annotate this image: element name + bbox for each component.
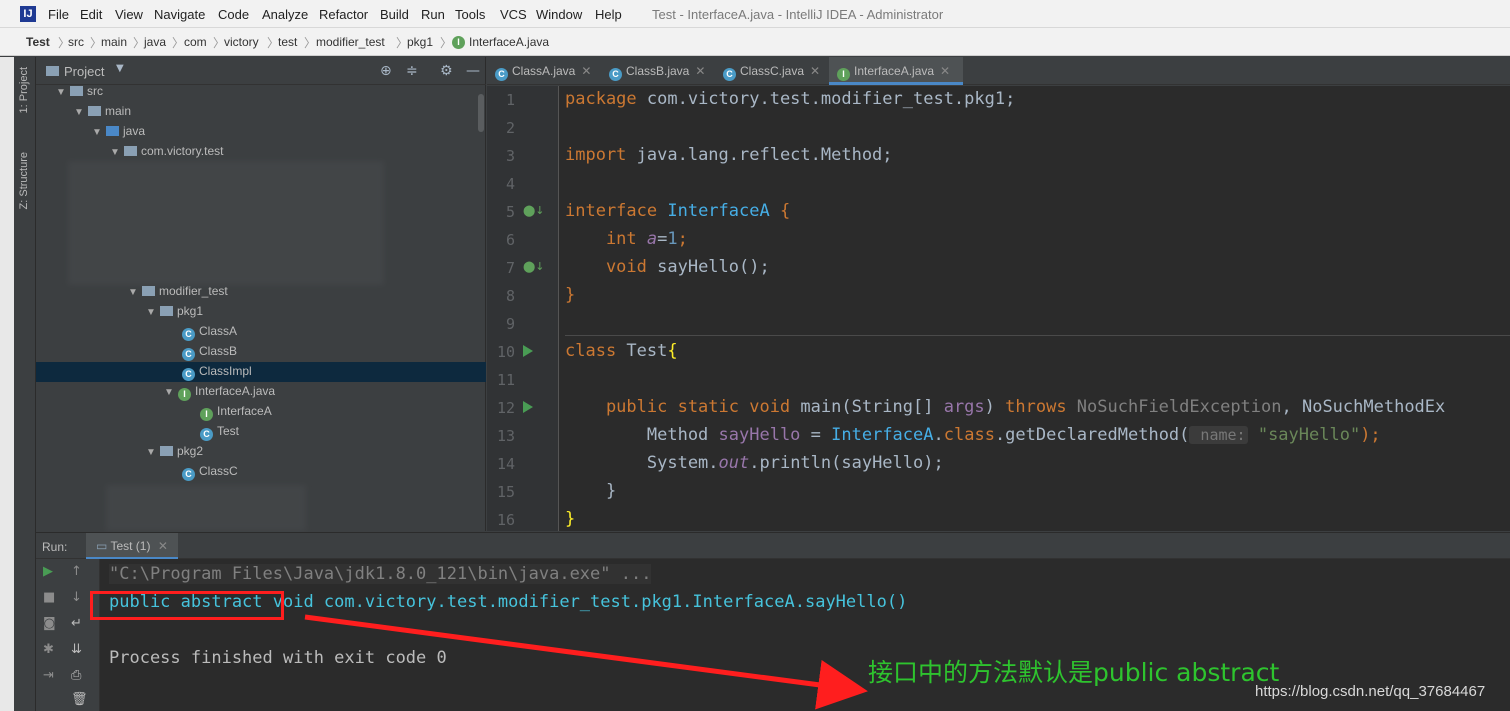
ide-window: IJ File Edit View Navigate Code Analyze … <box>0 0 1510 711</box>
annotation-text: 接口中的方法默认是public abstract <box>868 658 1280 687</box>
annotation-arrow-icon <box>304 614 868 710</box>
watermark: https://blog.csdn.net/qq_37684467 <box>1255 683 1486 700</box>
